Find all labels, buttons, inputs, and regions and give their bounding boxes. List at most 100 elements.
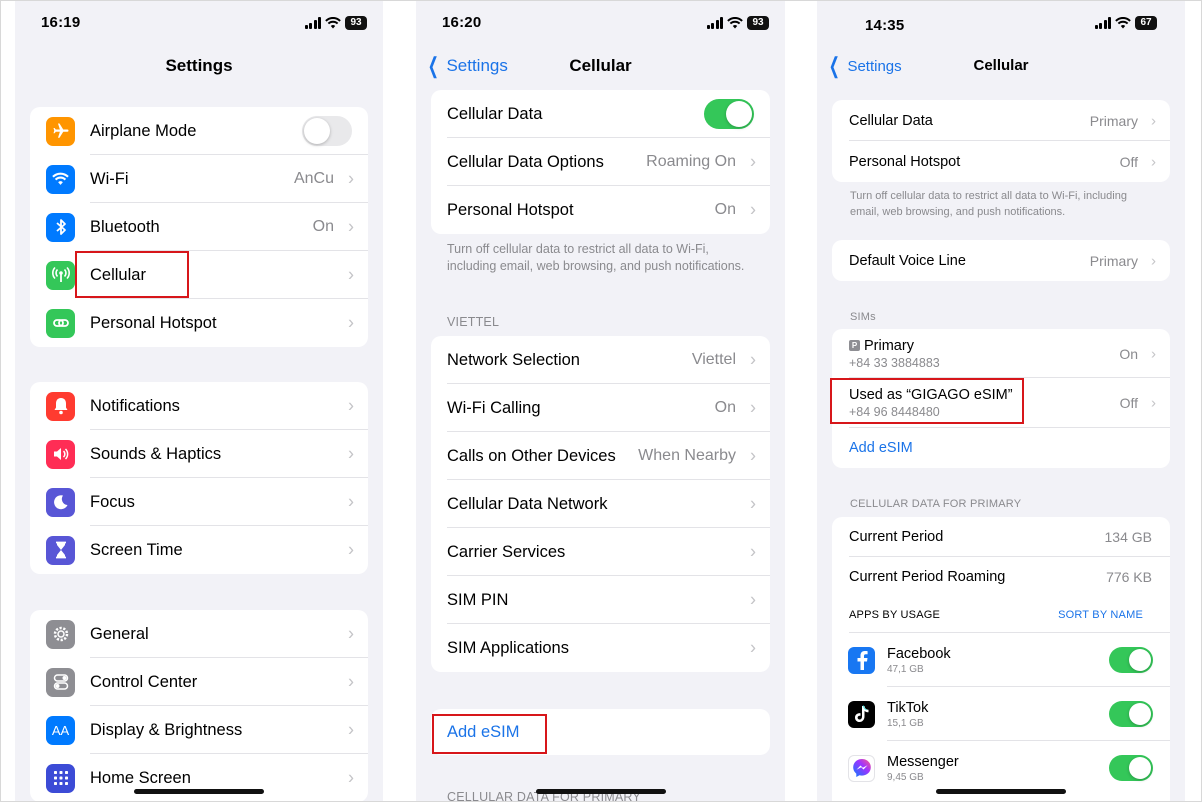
facebook-cellular-toggle[interactable] (1109, 647, 1153, 673)
section-header: VIETTEL (447, 315, 500, 329)
network-selection-row[interactable]: Network Selection Viettel › (431, 336, 770, 384)
status-bar: 16:19 93 (15, 14, 383, 34)
cellular-data-options-row[interactable]: Cellular Data Options Roaming On › (431, 138, 770, 186)
wifi-status-icon (1115, 17, 1131, 29)
row-label: Cellular Data Options (447, 152, 604, 171)
personal-hotspot-row[interactable]: Personal Hotspot › (30, 299, 368, 347)
tiktok-icon (848, 700, 875, 728)
chevron-right-icon: › (750, 541, 756, 562)
chevron-right-icon: › (348, 443, 354, 464)
sort-by-name-button[interactable]: SORT BY NAME (1058, 609, 1143, 621)
messenger-icon (848, 754, 875, 782)
row-value: Viettel (691, 351, 736, 368)
cellular-data-network-row[interactable]: Cellular Data Network › (431, 480, 770, 528)
app-row-messenger[interactable]: Messenger 9,45 GB (832, 741, 1170, 795)
row-label: Current Period Roaming (849, 569, 1006, 585)
row-label: Airplane Mode (90, 121, 197, 140)
sim-status: On (1119, 345, 1138, 362)
page-title: Cellular (569, 56, 632, 75)
row-label: Personal Hotspot (849, 153, 961, 170)
home-screen-row[interactable]: Home Screen › (30, 754, 368, 802)
tiktok-cellular-toggle[interactable] (1109, 701, 1153, 727)
row-label: Current Period (849, 529, 944, 545)
apps-by-usage-header: APPS BY USAGE SORT BY NAME (832, 597, 1170, 633)
chevron-right-icon: › (1151, 153, 1156, 170)
sim-pin-row[interactable]: SIM PIN › (431, 576, 770, 624)
signal-icon (706, 17, 723, 29)
focus-row[interactable]: Focus › (30, 478, 368, 526)
messenger-cellular-toggle[interactable] (1109, 755, 1153, 781)
row-value: Off (1119, 153, 1138, 170)
status-bar: 14:35 67 (817, 14, 1185, 34)
switches-icon (46, 667, 75, 697)
home-indicator (936, 789, 1066, 794)
chevron-right-icon: › (348, 671, 354, 692)
notifications-group: Notifications › Sounds & Haptics › Focus… (30, 382, 368, 574)
bluetooth-row[interactable]: Bluetooth On › (30, 203, 368, 251)
row-label: Notifications (90, 396, 180, 415)
row-label: Wi-Fi Calling (447, 398, 541, 417)
row-label: Cellular Data Network (447, 494, 608, 513)
voice-line-group: Default Voice Line Primary › (832, 240, 1170, 281)
cellular-data-group: Cellular Data Primary › Personal Hotspot… (832, 100, 1170, 182)
carrier-services-row[interactable]: Carrier Services › (431, 528, 770, 576)
general-group: General › Control Center › AA Display & … (30, 610, 368, 802)
cellular-data-note: Turn off cellular data to restrict all d… (850, 190, 1127, 218)
battery-icon: 67 (1135, 16, 1157, 30)
row-label: Display & Brightness (90, 720, 243, 739)
general-row[interactable]: General › (30, 610, 368, 658)
app-usage: 15,1 GB (887, 717, 924, 729)
highlight-box (75, 251, 189, 298)
app-row-tiktok[interactable]: TikTok 15,1 GB (832, 687, 1170, 741)
display-brightness-row[interactable]: AA Display & Brightness › (30, 706, 368, 754)
row-label: Sounds & Haptics (90, 444, 222, 463)
cellular-data-toggle[interactable] (704, 99, 754, 129)
sim-number: +84 33 3884883 (849, 355, 940, 370)
cellular-data-row[interactable]: Cellular Data Primary › (832, 100, 1170, 141)
sim-row-primary[interactable]: P Primary +84 33 3884883 On › (832, 329, 1170, 378)
airplane-mode-toggle[interactable] (302, 116, 352, 146)
cellular-data-row[interactable]: Cellular Data (431, 90, 770, 138)
sim-status: Off (1119, 395, 1138, 411)
app-row-facebook[interactable]: Facebook 47,1 GB (832, 633, 1170, 687)
highlight-box (830, 378, 1024, 424)
current-period-roaming-row: Current Period Roaming 776 KB (832, 557, 1170, 597)
chevron-right-icon: › (348, 623, 354, 644)
signal-icon (1094, 17, 1111, 29)
row-label: SIM Applications (447, 638, 569, 657)
control-center-row[interactable]: Control Center › (30, 658, 368, 706)
wifi-calling-row[interactable]: Wi-Fi Calling On › (431, 384, 770, 432)
default-voice-line-row[interactable]: Default Voice Line Primary › (832, 240, 1170, 281)
cellular-data-note: Turn off cellular data to restrict all d… (447, 242, 745, 273)
cellular-dual-sim-screen: 14:35 67 ❮ Settings Cellular Cellular Da… (817, 0, 1185, 802)
sounds-haptics-row[interactable]: Sounds & Haptics › (30, 430, 368, 478)
screen-time-row[interactable]: Screen Time › (30, 526, 368, 574)
page-title: Cellular (973, 57, 1029, 74)
bluetooth-icon (46, 212, 75, 242)
wifi-row[interactable]: Wi-Fi AnCu › (30, 155, 368, 203)
chevron-right-icon: › (1151, 252, 1156, 269)
chevron-right-icon: › (348, 264, 354, 285)
chevron-right-icon: › (750, 637, 756, 658)
calls-other-devices-row[interactable]: Calls on Other Devices When Nearby › (431, 432, 770, 480)
row-value: On (714, 399, 736, 416)
personal-hotspot-row[interactable]: Personal Hotspot On › (431, 186, 770, 234)
status-time: 16:20 (442, 14, 482, 31)
row-label: Network Selection (447, 350, 580, 369)
row-label: Cellular Data (849, 112, 933, 129)
row-label: Focus (90, 492, 135, 511)
add-esim-button[interactable]: Add eSIM (832, 428, 1170, 468)
personal-hotspot-row[interactable]: Personal Hotspot Off › (832, 141, 1170, 182)
apps-by-usage-label: APPS BY USAGE (849, 609, 941, 621)
gear-icon (46, 619, 75, 649)
status-time: 14:35 (865, 17, 905, 34)
connectivity-group: Airplane Mode Wi-Fi AnCu › Bluetooth On … (30, 107, 368, 347)
row-value: On (714, 201, 736, 218)
airplane-mode-row[interactable]: Airplane Mode (30, 107, 368, 155)
chevron-right-icon: › (750, 349, 756, 370)
home-indicator (535, 789, 666, 794)
cellular-screen: 16:20 93 ❮ Settings Cellular Cellular Da… (416, 0, 785, 802)
sim-applications-row[interactable]: SIM Applications › (431, 624, 770, 672)
row-label: Cellular Data (447, 104, 543, 123)
notifications-row[interactable]: Notifications › (30, 382, 368, 430)
